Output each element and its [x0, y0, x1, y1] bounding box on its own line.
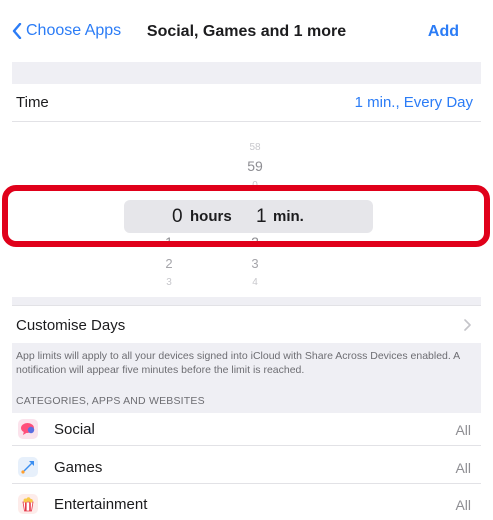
hours-option[interactable]: 2: [149, 256, 189, 271]
section-spacer: [12, 297, 481, 305]
time-value: 1 min., Every Day: [354, 94, 473, 111]
minutes-option[interactable]: 3: [235, 256, 275, 271]
time-picker[interactable]: 58 59 0 0 hours 1 min. 1 2 3 2 3 4: [0, 122, 493, 297]
highlight-frame: [2, 185, 490, 247]
back-button[interactable]: Choose Apps: [12, 22, 121, 40]
add-button[interactable]: Add: [428, 23, 459, 41]
social-icon: [18, 419, 38, 439]
entertainment-icon: [18, 494, 38, 514]
category-label: Social: [54, 421, 95, 438]
section-spacer: [12, 62, 481, 84]
category-value: All: [455, 422, 471, 438]
minutes-option[interactable]: 4: [235, 277, 275, 288]
games-icon: [18, 457, 38, 477]
chevron-right-icon: [464, 319, 471, 331]
category-row-entertainment[interactable]: Entertainment All: [12, 488, 481, 520]
section-header: CATEGORIES, APPS AND WEBSITES: [16, 395, 205, 407]
navigation-bar: Choose Apps Social, Games and 1 more Add: [0, 0, 493, 62]
category-row-games[interactable]: Games All: [12, 451, 481, 484]
customise-days-label: Customise Days: [16, 317, 126, 334]
time-row[interactable]: Time 1 min., Every Day: [12, 84, 481, 122]
app-limit-footnote: App limits will apply to all your device…: [16, 350, 460, 376]
minutes-option[interactable]: 59: [235, 158, 275, 174]
chevron-left-icon: [12, 23, 22, 39]
category-label: Games: [54, 459, 103, 476]
time-label: Time: [16, 94, 49, 111]
back-button-label: Choose Apps: [26, 22, 122, 39]
category-label: Entertainment: [54, 496, 148, 513]
customise-days-row[interactable]: Customise Days: [12, 305, 481, 343]
minutes-option[interactable]: 58: [235, 142, 275, 153]
hours-option[interactable]: 3: [149, 277, 189, 288]
category-value: All: [455, 497, 471, 513]
grouped-section-footer: App limits will apply to all your device…: [12, 343, 481, 413]
category-row-social[interactable]: Social All: [12, 413, 481, 446]
category-value: All: [455, 460, 471, 476]
